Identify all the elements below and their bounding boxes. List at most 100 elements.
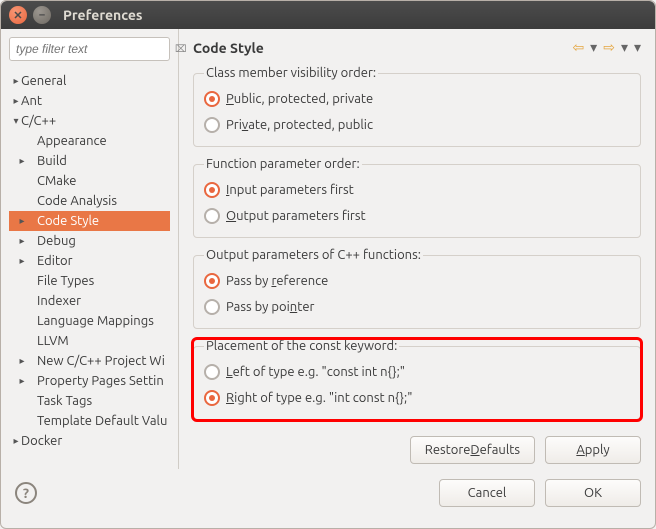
- tree-item-cmake[interactable]: CMake: [9, 171, 170, 191]
- radio-icon: [204, 273, 220, 289]
- radio-label: Pass by reference: [226, 274, 328, 288]
- apply-button[interactable]: Apply: [545, 436, 641, 464]
- tree-item-c-c[interactable]: ▾C/C++: [9, 111, 170, 131]
- radio-output-first[interactable]: Output parameters first: [204, 203, 630, 229]
- group-legend: Output parameters of C++ functions:: [204, 248, 423, 262]
- chevron-right-icon[interactable]: ▸: [11, 435, 21, 447]
- tree-item-indexer[interactable]: Indexer: [9, 291, 170, 311]
- chevron-down-icon[interactable]: ▾: [11, 115, 21, 127]
- tree-item-editor[interactable]: ▸Editor: [9, 251, 170, 271]
- group-legend: Placement of the const keyword:: [204, 339, 399, 353]
- radio-icon: [204, 390, 220, 406]
- tree-item-label: Code Analysis: [37, 194, 117, 208]
- tree-item-label: Code Style: [37, 214, 99, 228]
- radio-label: Right of type e.g. "int const n{};": [226, 391, 412, 405]
- tree-item-label: General: [21, 74, 66, 88]
- tree-item-label: Property Pages Settin: [37, 374, 164, 388]
- preferences-tree: ▸General▸Ant▾C/C++Appearance▸BuildCMakeC…: [9, 71, 170, 451]
- tree-item-label: Task Tags: [37, 394, 92, 408]
- filter-box[interactable]: ⌧: [9, 37, 170, 61]
- window-title: Preferences: [63, 7, 143, 23]
- tree-item-llvm[interactable]: LLVM: [9, 331, 170, 351]
- group-legend: Class member visibility order:: [204, 66, 378, 80]
- ok-button[interactable]: OK: [545, 479, 641, 507]
- group-const-placement: Placement of the const keyword: Left of …: [193, 339, 641, 420]
- chevron-right-icon[interactable]: ▸: [17, 155, 27, 167]
- filter-input[interactable]: [14, 41, 175, 57]
- tree-item-file-types[interactable]: File Types: [9, 271, 170, 291]
- tree-item-template-default-valu[interactable]: Template Default Valu: [9, 411, 170, 431]
- tree-item-label: CMake: [37, 174, 76, 188]
- page-title: Code Style: [193, 40, 572, 56]
- radio-icon: [204, 299, 220, 315]
- help-icon[interactable]: ?: [15, 482, 37, 504]
- tree-item-label: Appearance: [37, 134, 107, 148]
- chevron-right-icon[interactable]: ▸: [11, 95, 21, 107]
- radio-icon: [204, 182, 220, 198]
- tree-item-build[interactable]: ▸ Build: [9, 151, 170, 171]
- tree-item-general[interactable]: ▸General: [9, 71, 170, 91]
- tree-item-label: Indexer: [37, 294, 81, 308]
- tree-item-label: C/C++: [21, 114, 56, 128]
- chevron-right-icon[interactable]: ▸: [17, 355, 27, 367]
- tree-item-task-tags[interactable]: Task Tags: [9, 391, 170, 411]
- tree-item-label: LLVM: [37, 334, 69, 348]
- radio-input-first[interactable]: Input parameters first: [204, 177, 630, 203]
- forward-icon[interactable]: ⇨: [603, 39, 615, 56]
- tree-item-label: Language Mappings: [37, 314, 154, 328]
- group-output-params: Output parameters of C++ functions: Pass…: [193, 248, 641, 329]
- radio-pass-by-ref[interactable]: Pass by reference: [204, 268, 630, 294]
- minimize-icon[interactable]: –: [33, 6, 51, 24]
- radio-label: Pass by pointer: [226, 300, 314, 314]
- restore-defaults-button[interactable]: Restore Defaults: [410, 436, 535, 464]
- tree-item-new-c-c-project-wi[interactable]: ▸ New C/C++ Project Wi: [9, 351, 170, 371]
- footer: ? Cancel OK: [1, 469, 655, 521]
- radio-label: Input parameters first: [226, 183, 354, 197]
- group-legend: Function parameter order:: [204, 157, 362, 171]
- tree-item-label: Debug: [37, 234, 76, 248]
- radio-label: Public, protected, private: [226, 92, 373, 106]
- tree-item-ant[interactable]: ▸Ant: [9, 91, 170, 111]
- radio-icon: [204, 91, 220, 107]
- radio-private-first[interactable]: Private, protected, public: [204, 112, 630, 138]
- forward-menu-icon[interactable]: ▾: [621, 39, 628, 56]
- tree-item-docker[interactable]: ▸Docker: [9, 431, 170, 451]
- close-icon[interactable]: ✕: [9, 6, 27, 24]
- back-icon[interactable]: ⇦: [572, 39, 584, 56]
- sidebar: ⌧ ▸General▸Ant▾C/C++Appearance▸BuildCMak…: [1, 29, 179, 469]
- radio-label: Output parameters first: [226, 209, 366, 223]
- tree-item-label: Build: [37, 154, 67, 168]
- group-param-order: Function parameter order: Input paramete…: [193, 157, 641, 238]
- tree-item-appearance[interactable]: Appearance: [9, 131, 170, 151]
- chevron-right-icon[interactable]: ▸: [17, 215, 27, 227]
- tree-item-code-style[interactable]: ▸ Code Style: [9, 211, 170, 231]
- chevron-right-icon[interactable]: ▸: [11, 75, 21, 87]
- chevron-right-icon[interactable]: ▸: [17, 255, 27, 267]
- radio-public-first[interactable]: Public, protected, private: [204, 86, 630, 112]
- radio-icon: [204, 364, 220, 380]
- tree-item-property-pages-settin[interactable]: ▸ Property Pages Settin: [9, 371, 170, 391]
- radio-const-right[interactable]: Right of type e.g. "int const n{};": [204, 385, 630, 411]
- radio-icon: [204, 117, 220, 133]
- titlebar: ✕ – Preferences: [1, 1, 655, 29]
- view-menu-icon[interactable]: ▾: [634, 39, 641, 56]
- chevron-right-icon[interactable]: ▸: [17, 375, 27, 387]
- tree-item-label: Docker: [21, 434, 62, 448]
- tree-item-label: Ant: [21, 94, 42, 108]
- tree-item-code-analysis[interactable]: Code Analysis: [9, 191, 170, 211]
- tree-item-label: New C/C++ Project Wi: [37, 354, 165, 368]
- radio-pass-by-ptr[interactable]: Pass by pointer: [204, 294, 630, 320]
- tree-item-language-mappings[interactable]: Language Mappings: [9, 311, 170, 331]
- tree-item-label: Template Default Valu: [37, 414, 167, 428]
- back-menu-icon[interactable]: ▾: [590, 39, 597, 56]
- cancel-button[interactable]: Cancel: [439, 479, 535, 507]
- radio-const-left[interactable]: Left of type e.g. "const int n{};": [204, 359, 630, 385]
- radio-label: Private, protected, public: [226, 118, 373, 132]
- radio-icon: [204, 208, 220, 224]
- content-pane: Code Style ⇦ ▾ ⇨ ▾ ▾ Class member visibi…: [179, 29, 655, 469]
- tree-item-debug[interactable]: ▸ Debug: [9, 231, 170, 251]
- tree-item-label: File Types: [37, 274, 94, 288]
- group-visibility-order: Class member visibility order: Public, p…: [193, 66, 641, 147]
- chevron-right-icon[interactable]: ▸: [17, 235, 27, 247]
- radio-label: Left of type e.g. "const int n{};": [226, 365, 405, 379]
